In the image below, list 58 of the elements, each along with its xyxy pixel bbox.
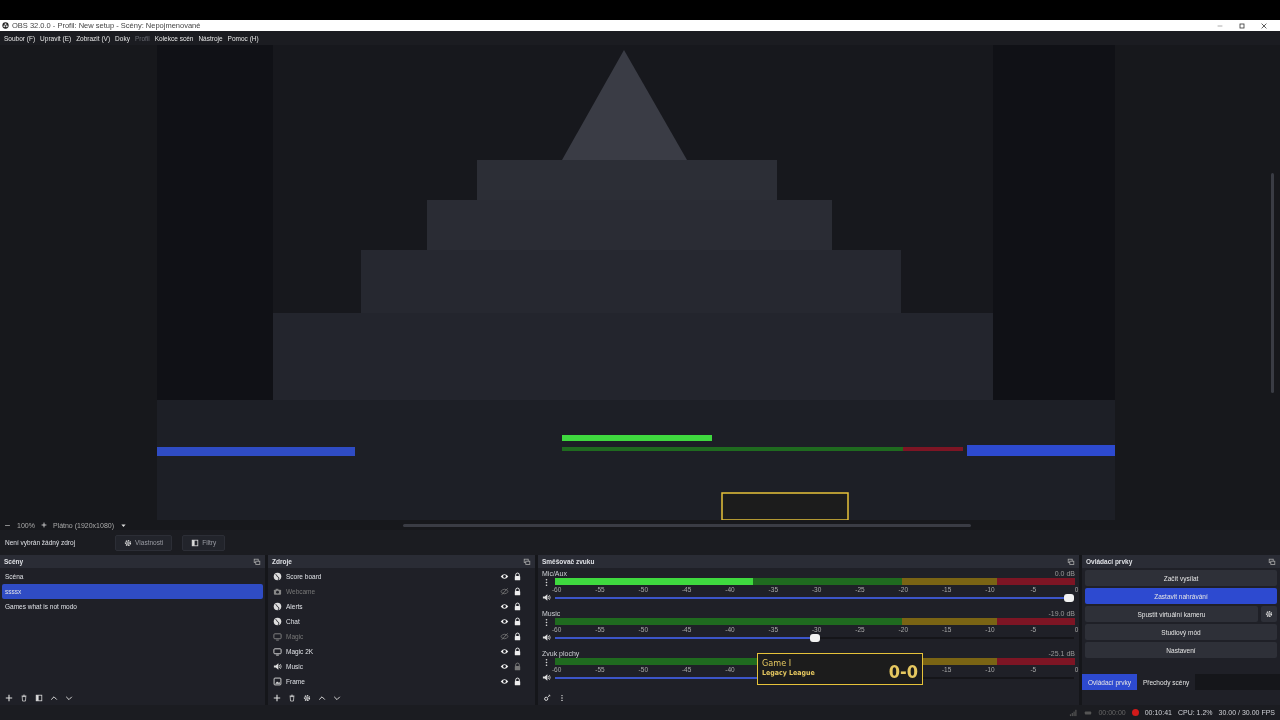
close-icon[interactable]	[1260, 21, 1268, 30]
volume-slider[interactable]	[555, 636, 1074, 639]
float-icon[interactable]	[1067, 557, 1075, 566]
monitor-icon	[273, 647, 282, 656]
speaker-icon	[273, 662, 282, 671]
eye-icon[interactable]	[500, 602, 509, 611]
lock-icon[interactable]	[513, 602, 522, 611]
scoreboard-title: Game I	[762, 657, 793, 668]
image-icon	[273, 677, 282, 686]
lock-icon[interactable]	[513, 617, 522, 626]
caret-icon[interactable]	[120, 521, 127, 529]
scrollbar[interactable]	[1271, 172, 1274, 393]
add-icon[interactable]	[5, 693, 13, 702]
hidden-eye-icon[interactable]	[500, 632, 509, 641]
speaker-icon[interactable]	[542, 673, 551, 682]
delete-icon[interactable]	[288, 693, 296, 702]
lock-icon[interactable]	[513, 632, 522, 641]
scrollbar[interactable]	[403, 523, 971, 527]
scoreboard-score: 0-0	[888, 661, 918, 682]
signal-icon	[1069, 708, 1079, 717]
float-icon[interactable]	[253, 557, 261, 566]
zoom-in-icon[interactable]	[40, 522, 47, 528]
hidden-eye-icon[interactable]	[500, 587, 509, 596]
lock-icon[interactable]	[513, 572, 522, 581]
settings-icon	[1265, 610, 1273, 618]
down-icon[interactable]	[333, 693, 341, 702]
eye-icon[interactable]	[500, 617, 509, 626]
float-icon[interactable]	[523, 557, 531, 566]
restore-icon[interactable]	[1238, 21, 1246, 30]
delete-icon[interactable]	[20, 693, 28, 702]
float-icon[interactable]	[1268, 557, 1276, 566]
down-icon[interactable]	[65, 693, 73, 702]
settings-icon[interactable]	[303, 693, 311, 702]
settings-icon	[124, 538, 132, 547]
camera-icon	[273, 587, 282, 596]
eye-icon[interactable]	[500, 647, 509, 656]
eye-icon[interactable]	[500, 572, 509, 581]
lock-icon[interactable]	[513, 587, 522, 596]
app-logo-icon	[2, 22, 9, 29]
speaker-icon[interactable]	[542, 593, 551, 602]
volume-slider[interactable]	[555, 596, 1074, 599]
filter-icon	[191, 538, 200, 547]
up-icon[interactable]	[318, 693, 326, 702]
lock-icon[interactable]	[513, 647, 522, 656]
mixer-settings-icon[interactable]	[543, 693, 551, 702]
speaker-icon[interactable]	[542, 633, 551, 642]
lock-icon[interactable]	[513, 677, 522, 686]
eye-icon[interactable]	[500, 677, 509, 686]
more-icon[interactable]	[558, 693, 566, 702]
add-icon[interactable]	[273, 693, 281, 702]
globe-icon	[273, 602, 282, 611]
up-icon[interactable]	[50, 693, 58, 702]
globe-icon	[273, 572, 282, 581]
monitor-icon	[273, 632, 282, 641]
globe-icon	[273, 617, 282, 626]
filter-icon[interactable]	[35, 693, 43, 702]
settings-button[interactable]	[1261, 606, 1277, 622]
eye-icon[interactable]	[500, 662, 509, 671]
